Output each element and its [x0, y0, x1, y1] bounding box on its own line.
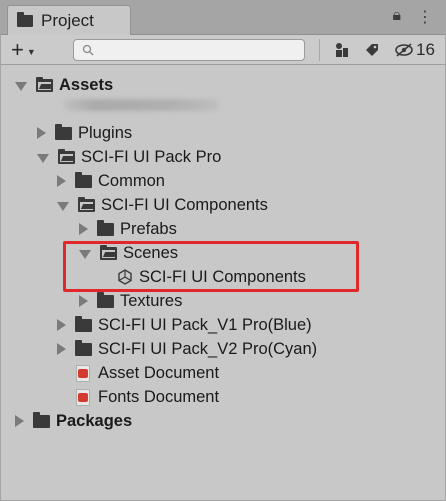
search-by-type-icon[interactable]: [334, 42, 350, 58]
collapse-arrow-icon[interactable]: [57, 319, 66, 331]
tree-item-label: Assets: [59, 75, 114, 94]
hidden-packages-toggle[interactable]: 16: [394, 40, 435, 60]
tree-item-label: Fonts Document: [98, 387, 220, 406]
tree-item-asset-document[interactable]: Asset Document: [76, 361, 219, 385]
search-input[interactable]: [73, 39, 305, 61]
collapse-arrow-icon[interactable]: [37, 127, 46, 139]
folder-icon: [17, 12, 33, 27]
tree-item-scifi-pack[interactable]: SCI-FI UI Pack Pro: [37, 145, 221, 169]
eye-slash-icon: [395, 43, 413, 57]
collapse-arrow-icon[interactable]: [57, 343, 66, 355]
tree-item-label: Asset Document: [98, 363, 220, 382]
tab-project[interactable]: Project: [7, 5, 131, 36]
search-icon: [82, 44, 94, 56]
tree-item-label: SCI-FI UI Pack Pro: [81, 147, 222, 166]
tree-item-label: Plugins: [78, 123, 133, 142]
folder-icon: [75, 315, 92, 332]
folder-icon: [75, 339, 92, 356]
tree-item-fonts-document[interactable]: Fonts Document: [76, 385, 219, 409]
chevron-down-icon: ▼: [26, 46, 36, 57]
folder-icon: [97, 291, 114, 308]
folder-icon: [75, 171, 92, 188]
expand-arrow-icon[interactable]: [57, 201, 69, 211]
separator: [319, 39, 320, 61]
tab-label: Project: [41, 11, 94, 30]
collapse-arrow-icon[interactable]: [15, 415, 24, 427]
tree-item-packages[interactable]: Packages: [15, 409, 132, 433]
collapse-arrow-icon[interactable]: [79, 295, 88, 307]
pdf-document-icon: [76, 388, 90, 406]
lock-icon[interactable]: 🔒︎: [392, 7, 401, 27]
plus-icon: +: [11, 37, 24, 62]
open-folder-icon: [36, 76, 53, 92]
tree-item-plugins[interactable]: Plugins: [37, 121, 132, 145]
tree-item-textures[interactable]: Textures: [79, 289, 182, 313]
pdf-document-icon: [76, 364, 90, 382]
tree-item-assets[interactable]: Assets: [15, 73, 113, 97]
blurred-item: [63, 99, 219, 111]
folder-icon: [33, 411, 50, 428]
tree-item-label: Common: [98, 171, 165, 190]
tree-item-label: SCI-FI UI Pack_V1 Pro(Blue): [98, 315, 312, 334]
expand-arrow-icon[interactable]: [15, 81, 27, 91]
toolbar-icons: 16: [319, 39, 435, 61]
tree-item-label: SCI-FI UI Pack_V2 Pro(Cyan): [98, 339, 318, 358]
collapse-arrow-icon[interactable]: [79, 223, 88, 235]
open-folder-icon: [78, 196, 95, 212]
tree-item-common[interactable]: Common: [57, 169, 165, 193]
highlight-annotation-box: [63, 241, 359, 292]
more-options-icon[interactable]: ⋮: [417, 7, 433, 27]
folder-icon: [55, 123, 72, 140]
collapse-arrow-icon[interactable]: [57, 175, 66, 187]
tree-item-components[interactable]: SCI-FI UI Components: [57, 193, 268, 217]
folder-icon: [97, 219, 114, 236]
hidden-count: 16: [416, 40, 435, 59]
create-button[interactable]: + ▼: [11, 37, 55, 62]
tree-item-label: Textures: [120, 291, 183, 310]
expand-arrow-icon[interactable]: [37, 153, 49, 163]
toolbar: + ▼ 16: [1, 35, 445, 65]
label-tag-icon[interactable]: [364, 42, 380, 58]
project-window: Project 🔒︎ ⋮ + ▼ 16 Assets Plugins SCI-F…: [0, 0, 446, 501]
tab-actions: 🔒︎ ⋮: [392, 7, 433, 27]
tab-strip: Project 🔒︎ ⋮: [1, 1, 445, 36]
tree-item-label: Prefabs: [120, 219, 177, 238]
tree-item-prefabs[interactable]: Prefabs: [79, 217, 177, 241]
tree-item-pack-v2[interactable]: SCI-FI UI Pack_V2 Pro(Cyan): [57, 337, 317, 361]
open-folder-icon: [58, 148, 75, 164]
tree-item-pack-v1[interactable]: SCI-FI UI Pack_V1 Pro(Blue): [57, 313, 312, 337]
tree-item-label: Packages: [56, 411, 133, 430]
tree-item-label: SCI-FI UI Components: [101, 195, 268, 214]
